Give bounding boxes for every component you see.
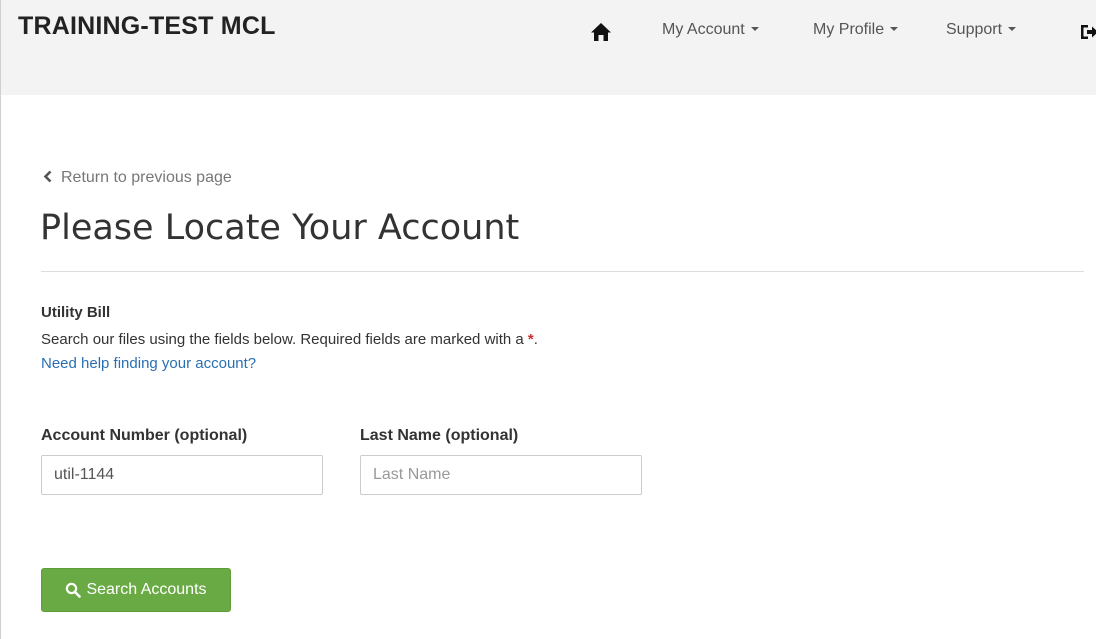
- nav-my-profile-label: My Profile: [813, 21, 885, 38]
- nav-my-profile[interactable]: My Profile: [813, 21, 899, 39]
- sign-out-icon[interactable]: [1079, 23, 1096, 41]
- home-icon[interactable]: [590, 22, 612, 42]
- search-accounts-label: Search Accounts: [86, 581, 207, 598]
- instructions-text: Search our files using the fields below.…: [41, 331, 538, 348]
- return-link-label: Return to previous page: [61, 169, 232, 186]
- nav-support[interactable]: Support: [946, 21, 1017, 39]
- page: TRAINING-TEST MCL My Account My Profile …: [0, 0, 1096, 639]
- caret-down-icon: [750, 26, 759, 31]
- return-link[interactable]: Return to previous page: [42, 169, 232, 187]
- nav-my-account-label: My Account: [662, 21, 745, 38]
- nav-my-account[interactable]: My Account: [662, 21, 759, 39]
- caret-down-icon: [890, 26, 899, 31]
- navbar: TRAINING-TEST MCL My Account My Profile …: [1, 0, 1096, 95]
- section-label: Utility Bill: [41, 304, 111, 321]
- page-title: Please Locate Your Account: [40, 208, 520, 248]
- title-divider: [41, 271, 1084, 272]
- instructions-body: Search our files using the fields below.…: [41, 331, 528, 348]
- left-border: [0, 0, 1, 639]
- account-number-input[interactable]: [41, 455, 323, 495]
- search-icon: [66, 582, 82, 598]
- search-accounts-button[interactable]: Search Accounts: [41, 568, 231, 612]
- brand-title[interactable]: TRAINING-TEST MCL: [18, 12, 276, 41]
- chevron-left-icon: [43, 170, 52, 183]
- help-finding-account-link[interactable]: Need help finding your account?: [41, 355, 256, 372]
- last-name-label: Last Name (optional): [360, 427, 519, 444]
- instructions-end: .: [533, 331, 538, 348]
- nav-support-label: Support: [946, 21, 1003, 38]
- caret-down-icon: [1008, 26, 1017, 31]
- account-number-label: Account Number (optional): [41, 427, 248, 444]
- last-name-input[interactable]: [360, 455, 642, 495]
